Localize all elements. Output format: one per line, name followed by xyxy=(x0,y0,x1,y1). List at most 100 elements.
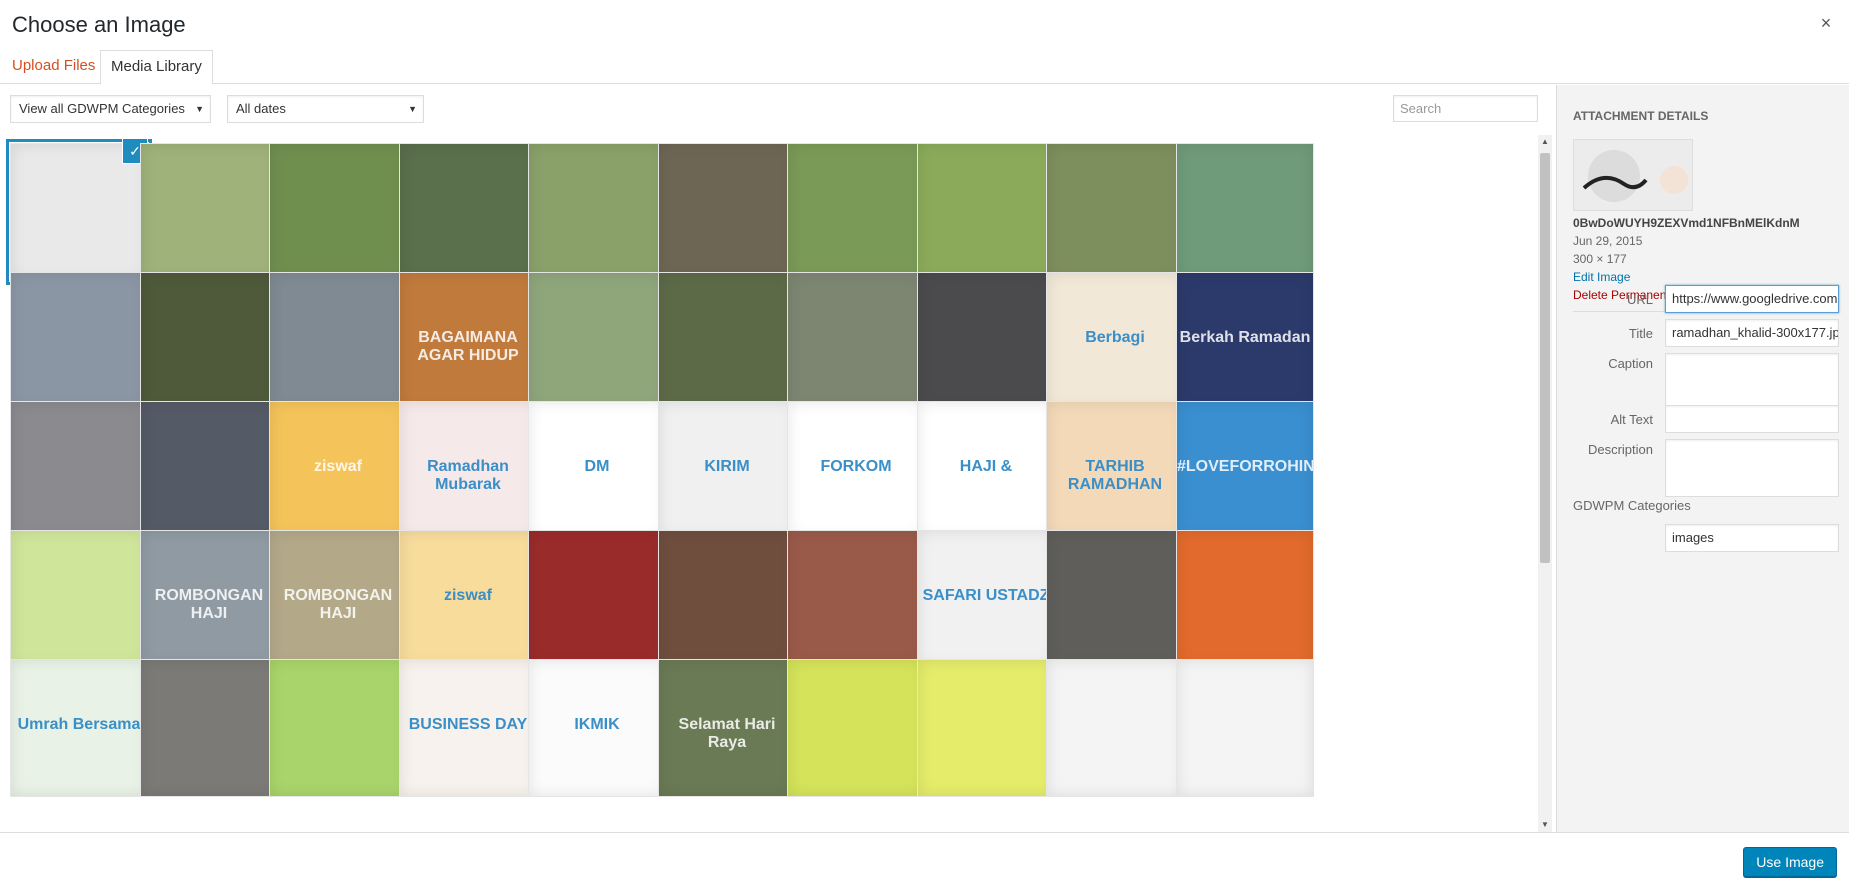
media-thumbnail-caption: #LOVEFORROHINGYA xyxy=(1177,458,1314,475)
media-thumbnail-caption: ROMBONGAN HAJI xyxy=(283,587,393,622)
gdwpm-categories-label: GDWPM Categories xyxy=(1573,498,1691,513)
media-thumbnail[interactable]: ziswaf xyxy=(399,530,537,668)
media-thumbnail[interactable] xyxy=(787,272,925,410)
date-filter-select[interactable]: All dates ▼ xyxy=(227,95,424,123)
media-toolbar: View all GDWPM Categories ▼ All dates ▼ xyxy=(0,85,1556,135)
media-thumbnail-caption: HAJI & xyxy=(959,458,1013,475)
media-thumbnail[interactable] xyxy=(1046,143,1184,281)
scroll-up-icon[interactable]: ▲ xyxy=(1538,135,1552,149)
media-thumbnail[interactable]: Umrah Bersama xyxy=(10,659,148,797)
media-thumbnail[interactable] xyxy=(1176,659,1314,797)
media-thumbnail-caption: Selamat Hari Raya xyxy=(678,716,776,751)
description-field[interactable] xyxy=(1665,439,1839,497)
media-thumbnail[interactable] xyxy=(10,272,148,410)
media-thumbnail[interactable]: TARHIB RAMADHAN xyxy=(1046,401,1184,539)
media-thumbnail[interactable] xyxy=(658,143,796,281)
media-thumbnail[interactable]: Berkah Ramadan xyxy=(1176,272,1314,410)
alt-text-label: Alt Text xyxy=(1610,412,1653,427)
media-thumbnail-caption: DM xyxy=(584,458,610,475)
use-image-button[interactable]: Use Image xyxy=(1743,847,1837,877)
media-thumbnail[interactable] xyxy=(10,401,148,539)
media-thumbnail[interactable]: ziswaf xyxy=(269,401,407,539)
category-filter-value: View all GDWPM Categories xyxy=(19,101,185,116)
date-filter-value: All dates xyxy=(236,101,286,116)
media-thumbnail[interactable] xyxy=(528,272,666,410)
close-icon[interactable]: × xyxy=(1815,12,1837,34)
media-thumbnail[interactable] xyxy=(10,530,148,668)
attachment-dimensions: 300 × 177 xyxy=(1573,252,1627,266)
media-tabs: Upload Files Media Library xyxy=(0,50,1849,85)
media-thumbnail[interactable] xyxy=(6,139,152,285)
media-thumbnail-caption: Ramadhan Mubarak xyxy=(427,458,509,493)
search-input[interactable] xyxy=(1393,95,1538,122)
media-thumbnail[interactable] xyxy=(140,143,278,281)
url-field[interactable]: https://www.googledrive.com xyxy=(1665,285,1839,313)
grid-scrollbar[interactable]: ▲ ▼ xyxy=(1538,135,1552,832)
media-grid: ✓ BAGAIMANA AGAR HIDUP Berbagi Berkah Ramad… xyxy=(0,135,1522,832)
caption-label: Caption xyxy=(1608,356,1653,371)
edit-image-link[interactable]: Edit Image xyxy=(1573,270,1630,284)
media-thumbnail[interactable]: DM xyxy=(528,401,666,539)
media-thumbnail[interactable]: IKMIK xyxy=(528,659,666,797)
media-thumbnail[interactable]: FORKOM xyxy=(787,401,925,539)
media-thumbnail[interactable] xyxy=(917,272,1055,410)
media-thumbnail[interactable]: ROMBONGAN HAJI xyxy=(269,530,407,668)
media-thumbnail[interactable] xyxy=(269,143,407,281)
media-thumbnail-caption: Umrah Bersama xyxy=(17,716,141,733)
media-thumbnail[interactable] xyxy=(528,143,666,281)
media-thumbnail-caption: ziswaf xyxy=(443,587,492,604)
media-thumbnail-caption: SAFARI USTADZ xyxy=(922,587,1050,604)
media-thumbnail[interactable] xyxy=(528,530,666,668)
media-thumbnail[interactable] xyxy=(1176,530,1314,668)
media-thumbnail-caption: ROMBONGAN HAJI xyxy=(154,587,264,622)
media-thumbnail[interactable] xyxy=(1046,659,1184,797)
title-label: Title xyxy=(1628,326,1653,341)
media-thumbnail[interactable] xyxy=(140,401,278,539)
media-thumbnail-caption: FORKOM xyxy=(820,458,892,475)
media-thumbnail[interactable] xyxy=(140,659,278,797)
category-filter-select[interactable]: View all GDWPM Categories ▼ xyxy=(10,95,211,123)
attachment-details-panel: ATTACHMENT DETAILS 0BwDoWUYH9ZEXVmd1NFBn… xyxy=(1556,85,1849,832)
media-thumbnail[interactable]: HAJI & xyxy=(917,401,1055,539)
media-thumbnail[interactable] xyxy=(399,143,537,281)
media-thumbnail[interactable]: BAGAIMANA AGAR HIDUP xyxy=(399,272,537,410)
attachment-details-heading: ATTACHMENT DETAILS xyxy=(1573,109,1709,123)
media-thumbnail[interactable]: Berbagi xyxy=(1046,272,1184,410)
media-thumbnail[interactable] xyxy=(787,659,925,797)
media-thumbnail[interactable]: KIRIM xyxy=(658,401,796,539)
media-thumbnail[interactable]: BUSINESS DAY xyxy=(399,659,537,797)
caption-field[interactable] xyxy=(1665,353,1839,411)
media-thumbnail[interactable] xyxy=(1046,530,1184,668)
media-thumbnail[interactable]: ROMBONGAN HAJI xyxy=(140,530,278,668)
categories-field[interactable]: images xyxy=(1665,524,1839,552)
attachment-date: Jun 29, 2015 xyxy=(1573,234,1643,248)
modal-header: Choose an Image × xyxy=(0,0,1849,50)
media-thumbnail[interactable]: #LOVEFORROHINGYA xyxy=(1176,401,1314,539)
media-thumbnail[interactable] xyxy=(269,272,407,410)
media-thumbnail[interactable] xyxy=(269,659,407,797)
media-thumbnail-caption: BUSINESS DAY xyxy=(408,716,528,733)
media-thumbnail[interactable]: Selamat Hari Raya xyxy=(658,659,796,797)
scrollbar-thumb[interactable] xyxy=(1540,153,1550,563)
dropdown-arrow-icon: ▼ xyxy=(408,104,417,114)
media-thumbnail-caption: Berkah Ramadan xyxy=(1179,329,1311,346)
media-thumbnail[interactable] xyxy=(917,143,1055,281)
attachment-filename: 0BwDoWUYH9ZEXVmd1NFBnMElKdnM xyxy=(1573,216,1800,230)
tab-media-library[interactable]: Media Library xyxy=(100,50,213,85)
media-thumbnail[interactable] xyxy=(787,530,925,668)
media-thumbnail[interactable] xyxy=(1176,143,1314,281)
alt-text-field[interactable] xyxy=(1665,405,1839,433)
title-field[interactable]: ramadhan_khalid-300x177.jpg xyxy=(1665,319,1839,347)
media-thumbnail[interactable]: Ramadhan Mubarak xyxy=(399,401,537,539)
media-thumbnail[interactable] xyxy=(140,272,278,410)
media-thumbnail[interactable]: SAFARI USTADZ xyxy=(917,530,1055,668)
media-thumbnail[interactable] xyxy=(917,659,1055,797)
media-thumbnail[interactable] xyxy=(787,143,925,281)
tab-upload-files[interactable]: Upload Files xyxy=(2,50,105,84)
media-thumbnail-caption: BAGAIMANA AGAR HIDUP xyxy=(417,329,519,364)
description-label: Description xyxy=(1587,442,1653,457)
media-thumbnail[interactable] xyxy=(658,530,796,668)
media-thumbnail-caption: IKMIK xyxy=(574,716,620,733)
scroll-down-icon[interactable]: ▼ xyxy=(1538,818,1552,832)
media-thumbnail[interactable] xyxy=(658,272,796,410)
